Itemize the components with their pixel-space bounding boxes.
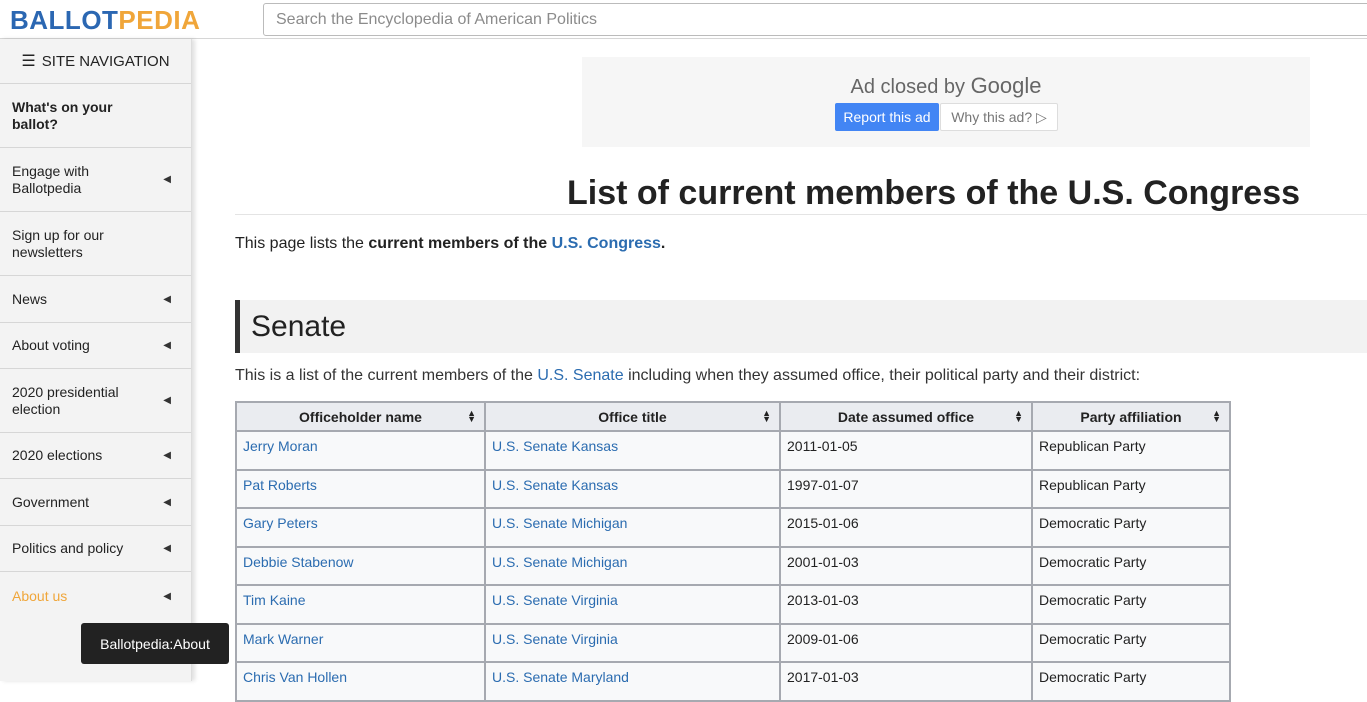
date-cell: 2009-01-06	[779, 622, 1033, 663]
ballotpedia-logo[interactable]: BALLOTPEDIA	[10, 5, 200, 36]
column-header-date[interactable]: Date assumed office ▲ ▼	[779, 401, 1033, 432]
table-row: Jerry Moran U.S. Senate Kansas 2011-01-0…	[235, 430, 1231, 471]
party-cell: Democratic Party	[1031, 661, 1231, 702]
date-cell: 2015-01-06	[779, 507, 1033, 548]
us-senate-link[interactable]: U.S. Senate	[537, 367, 623, 384]
menu-icon: ☰	[21, 53, 36, 70]
caret-left-icon: ◀	[163, 340, 171, 351]
party-cell: Democratic Party	[1031, 507, 1231, 548]
us-congress-link[interactable]: U.S. Congress	[552, 235, 661, 252]
officeholder-link[interactable]: Mark Warner	[243, 631, 323, 647]
date-cell: 2017-01-03	[779, 661, 1033, 702]
caret-left-icon: ◀	[163, 293, 171, 305]
table-row: Chris Van Hollen U.S. Senate Maryland 20…	[235, 661, 1231, 702]
officeholder-link[interactable]: Chris Van Hollen	[243, 669, 347, 685]
google-logo: Google	[970, 73, 1042, 98]
office-link[interactable]: U.S. Senate Michigan	[492, 554, 627, 570]
party-cell: Democratic Party	[1031, 584, 1231, 625]
table-row: Mark Warner U.S. Senate Virginia 2009-01…	[235, 622, 1231, 663]
site-navigation-toggle[interactable]: ☰ SITE NAVIGATION	[0, 39, 191, 84]
party-cell: Democratic Party	[1031, 622, 1231, 663]
page-title: List of current members of the U.S. Cong…	[567, 174, 1301, 212]
date-cell: 2011-01-05	[779, 430, 1033, 471]
sort-icon[interactable]: ▲ ▼	[762, 409, 771, 424]
officeholder-link[interactable]: Jerry Moran	[243, 438, 318, 454]
party-cell: Republican Party	[1031, 430, 1231, 471]
officeholder-link[interactable]: Debbie Stabenow	[243, 554, 354, 570]
table-row: Tim Kaine U.S. Senate Virginia 2013-01-0…	[235, 584, 1231, 625]
ad-closed-message: Ad closed by Google	[850, 73, 1042, 98]
senate-members-table: Officeholder name ▲ ▼ Office title ▲ ▼ Date …	[235, 401, 1231, 702]
nav-item-about-us[interactable]: About us ◀	[0, 572, 191, 620]
date-cell: 1997-01-07	[779, 468, 1033, 509]
senate-description: This is a list of the current members of…	[235, 367, 1141, 384]
nav-item-politics-and-policy[interactable]: Politics and policy ◀	[0, 526, 191, 572]
site-navigation-sidebar: ☰ SITE NAVIGATION What's on your ballot?…	[0, 39, 192, 681]
table-row: Gary Peters U.S. Senate Michigan 2015-01…	[235, 507, 1231, 548]
senate-heading: Senate	[235, 300, 1367, 353]
about-tooltip: Ballotpedia:About	[81, 623, 229, 664]
date-cell: 2013-01-03	[779, 584, 1033, 625]
caret-left-icon: ◀	[163, 450, 171, 461]
caret-left-icon: ◀	[163, 496, 171, 508]
top-bar: BALLOTPEDIA	[0, 0, 1367, 39]
office-link[interactable]: U.S. Senate Virginia	[492, 592, 618, 608]
caret-left-icon: ◀	[163, 395, 171, 406]
nav-item-2020-presidential-election[interactable]: 2020 presidential election ◀	[0, 369, 191, 433]
site-navigation-label: SITE NAVIGATION	[41, 52, 170, 70]
nav-item-about-voting[interactable]: About voting ◀	[0, 323, 191, 369]
office-link[interactable]: U.S. Senate Kansas	[492, 477, 618, 493]
column-header-party[interactable]: Party affiliation ▲ ▼	[1031, 401, 1231, 432]
nav-item-news[interactable]: News ◀	[0, 276, 191, 323]
nav-item-2020-elections[interactable]: 2020 elections ◀	[0, 433, 191, 479]
why-this-ad-button[interactable]: Why this ad? ▷	[940, 103, 1058, 131]
intro-paragraph: This page lists the current members of t…	[235, 235, 666, 252]
column-header-officeholder[interactable]: Officeholder name ▲ ▼	[235, 401, 486, 432]
party-cell: Democratic Party	[1031, 545, 1231, 586]
office-link[interactable]: U.S. Senate Kansas	[492, 438, 618, 454]
report-ad-button[interactable]: Report this ad	[835, 103, 939, 131]
caret-left-icon: ◀	[163, 543, 171, 554]
search-input[interactable]	[263, 3, 1367, 36]
nav-item-government[interactable]: Government ◀	[0, 479, 191, 526]
office-link[interactable]: U.S. Senate Maryland	[492, 669, 629, 685]
officeholder-link[interactable]: Tim Kaine	[243, 592, 306, 608]
sort-icon[interactable]: ▲ ▼	[1212, 409, 1221, 424]
caret-left-icon: ◀	[163, 590, 171, 602]
officeholder-link[interactable]: Gary Peters	[243, 515, 318, 531]
nav-item-whats-on-your-ballot[interactable]: What's on your ballot?	[0, 84, 191, 148]
party-cell: Republican Party	[1031, 468, 1231, 509]
table-header-row: Officeholder name ▲ ▼ Office title ▲ ▼ Date …	[235, 401, 1231, 432]
ad-container: Ad closed by Google Report this ad Why t…	[582, 57, 1310, 147]
officeholder-link[interactable]: Pat Roberts	[243, 477, 317, 493]
nav-item-engage[interactable]: Engage with Ballotpedia ◀	[0, 148, 191, 212]
sort-icon[interactable]: ▲ ▼	[467, 409, 476, 424]
date-cell: 2001-01-03	[779, 545, 1033, 586]
nav-item-newsletters[interactable]: Sign up for our newsletters	[0, 212, 191, 276]
column-header-office-title[interactable]: Office title ▲ ▼	[484, 401, 781, 432]
office-link[interactable]: U.S. Senate Michigan	[492, 515, 627, 531]
caret-left-icon: ◀	[163, 174, 171, 185]
table-row: Pat Roberts U.S. Senate Kansas 1997-01-0…	[235, 468, 1231, 509]
sort-icon[interactable]: ▲ ▼	[1014, 409, 1023, 424]
table-row: Debbie Stabenow U.S. Senate Michigan 200…	[235, 545, 1231, 586]
title-divider	[235, 214, 1367, 215]
office-link[interactable]: U.S. Senate Virginia	[492, 631, 618, 647]
